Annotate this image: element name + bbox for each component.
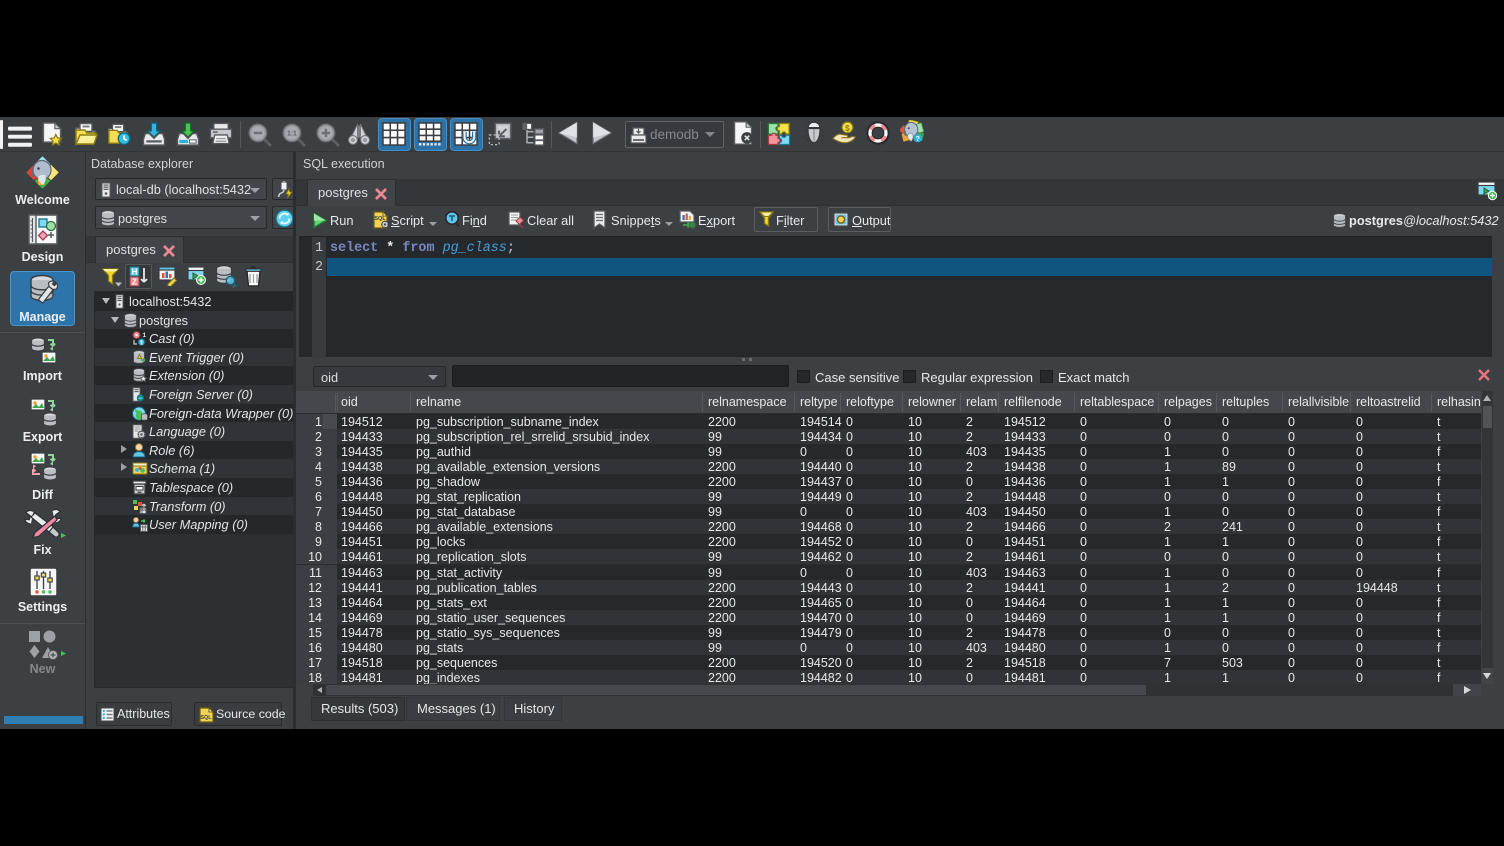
svg-text:1: 1 (140, 339, 144, 346)
svg-text:1: 1 (143, 332, 147, 339)
svg-text:?: ? (916, 136, 920, 143)
svg-text:1:1: 1:1 (287, 131, 297, 138)
svg-text:$: $ (845, 123, 850, 133)
svg-text:Z: Z (132, 278, 137, 287)
svg-text:H: H (132, 268, 138, 277)
svg-text:SQL: SQL (200, 715, 212, 721)
